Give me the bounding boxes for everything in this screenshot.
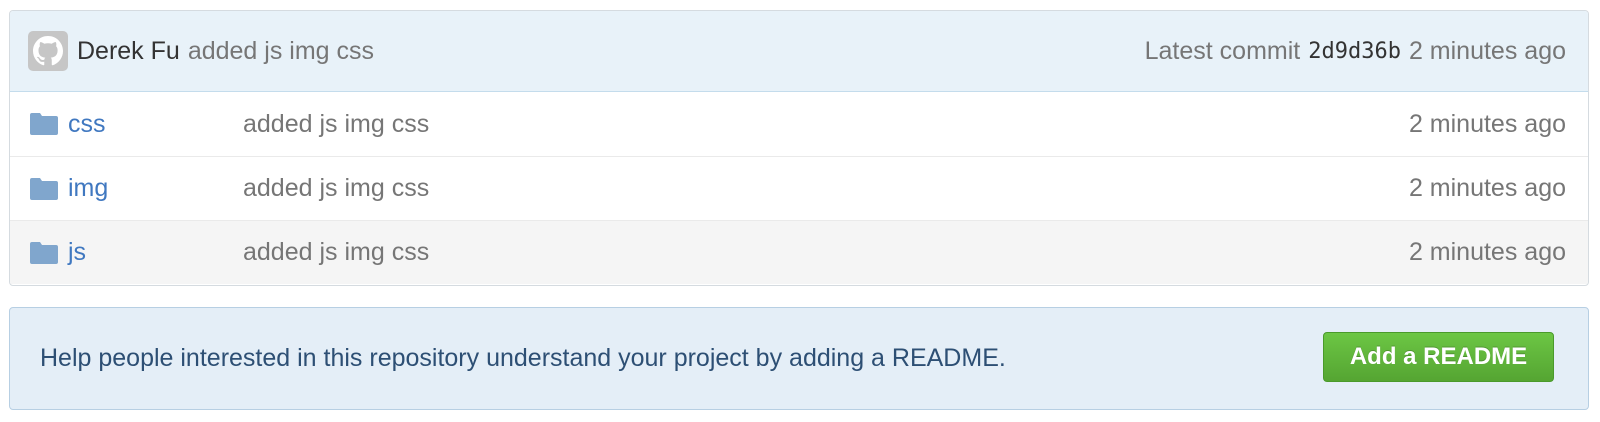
add-readme-button[interactable]: Add a README	[1323, 331, 1554, 382]
avatar[interactable]	[28, 31, 68, 71]
file-age: 2 minutes ago	[1408, 174, 1566, 202]
file-commit-message[interactable]: added js img css	[243, 174, 1409, 203]
file-age: 2 minutes ago	[1408, 109, 1566, 138]
file-name-cell: js	[30, 238, 243, 267]
readme-prompt-text: Help people interested in this repositor…	[40, 344, 1006, 372]
file-commit-message[interactable]: added js img css	[243, 238, 1409, 267]
commit-author[interactable]: Derek Fu	[77, 37, 180, 66]
file-row-css[interactable]: css added js img css 2 minutes ago	[10, 92, 1588, 156]
file-name-cell: css	[30, 110, 243, 139]
readme-prompt: Help people interested in this repositor…	[9, 307, 1589, 410]
file-row-js[interactable]: js added js img css 2 minutes ago	[10, 220, 1588, 284]
octocat-icon	[33, 36, 63, 66]
commit-message[interactable]: added js img css	[188, 37, 374, 66]
folder-icon	[30, 177, 58, 200]
file-age: 2 minutes ago	[1408, 238, 1566, 266]
folder-icon	[30, 241, 58, 264]
commit-age: 2 minutes ago	[1408, 36, 1566, 65]
latest-commit-label: Latest commit	[1144, 36, 1301, 65]
folder-icon	[30, 113, 58, 135]
file-name-link[interactable]: img	[68, 174, 108, 203]
file-commit-message[interactable]: added js img css	[243, 110, 1409, 139]
commit-meta: Latest commit 2d9d36b 2 minutes ago	[1145, 37, 1566, 66]
commit-sha[interactable]: 2d9d36b	[1308, 39, 1401, 64]
file-name-link[interactable]: js	[68, 238, 86, 267]
file-table: Derek Fu added js img css Latest commit …	[9, 10, 1589, 286]
file-name-cell: img	[30, 174, 243, 203]
file-row-img[interactable]: img added js img css 2 minutes ago	[10, 156, 1588, 220]
latest-commit-bar: Derek Fu added js img css Latest commit …	[10, 11, 1588, 92]
file-name-link[interactable]: css	[68, 110, 106, 139]
